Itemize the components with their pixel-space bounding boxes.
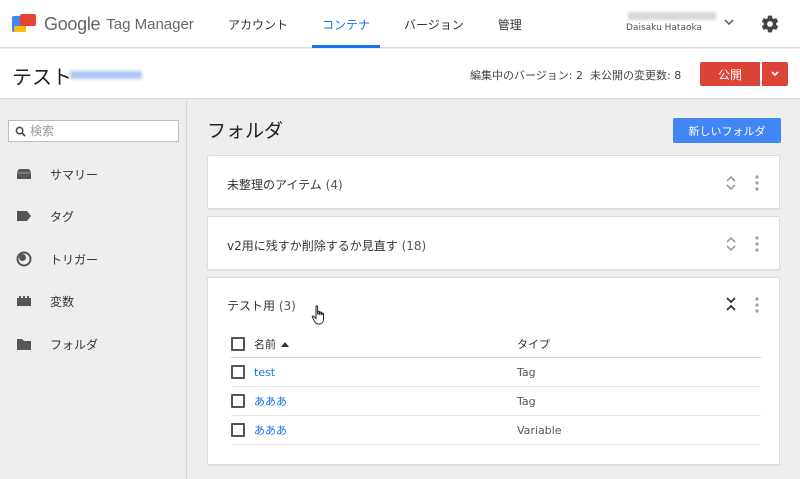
folder-name: v2用に残すか削除するか見直す xyxy=(227,239,398,253)
item-name-link[interactable]: test xyxy=(254,366,275,379)
row-checkbox[interactable] xyxy=(231,365,245,379)
tab-container[interactable]: コンテナ xyxy=(312,0,381,48)
tab-versions[interactable]: バージョン xyxy=(394,0,474,48)
search-input[interactable] xyxy=(30,124,170,138)
tab-account[interactable]: アカウント xyxy=(218,0,298,48)
publish-button[interactable]: 公開 xyxy=(700,62,760,86)
table-row: あああ Variable xyxy=(231,416,761,445)
folder-title[interactable]: v2用に残すか削除するか見直す (18) xyxy=(227,237,426,254)
more-vert-icon[interactable] xyxy=(754,297,760,313)
container-id-redacted xyxy=(70,71,142,79)
row-checkbox[interactable] xyxy=(231,394,245,408)
folder-icon xyxy=(16,336,32,352)
sidebar-item-label: フォルダ xyxy=(50,337,99,352)
sidebar-item-tags[interactable]: タグ xyxy=(0,196,186,236)
top-navigation-bar: Google Tag Manager アカウント コンテナ バージョン 管理 D… xyxy=(0,0,800,48)
search-icon xyxy=(15,126,26,137)
tab-admin[interactable]: 管理 xyxy=(488,0,532,48)
sidebar-item-label: タグ xyxy=(50,209,75,224)
expand-icon[interactable] xyxy=(724,235,738,253)
container-header: テスト 編集中のバージョン: 2 未公開の変更数: 8 公開 xyxy=(0,49,800,99)
gtm-logo-icon xyxy=(12,14,36,34)
table-header-row: 名前 タイプ xyxy=(231,330,761,358)
folder-items-table: 名前 タイプ test Tag あああ Tag あああ Variable xyxy=(231,330,761,445)
item-type: Tag xyxy=(517,365,536,379)
new-folder-button[interactable]: 新しいフォルダ xyxy=(673,118,781,143)
logo-product-text: Tag Manager xyxy=(106,15,194,33)
more-vert-icon[interactable] xyxy=(754,175,760,191)
tag-icon xyxy=(16,208,32,224)
table-row: あああ Tag xyxy=(231,387,761,416)
editing-version: 編集中のバージョン: 2 xyxy=(470,69,583,82)
folder-name: 未整理のアイテム xyxy=(227,178,322,192)
trigger-icon xyxy=(16,251,32,267)
sidebar: サマリー タグ トリガー 変数 フォルダ xyxy=(0,100,187,479)
sidebar-item-label: 変数 xyxy=(50,294,75,309)
publish-options-button[interactable] xyxy=(762,62,788,86)
row-checkbox[interactable] xyxy=(231,423,245,437)
sort-ascending-icon xyxy=(281,341,289,347)
item-name-link[interactable]: あああ xyxy=(254,422,287,438)
sidebar-item-folders[interactable]: フォルダ xyxy=(0,324,186,364)
expand-icon[interactable] xyxy=(724,174,738,192)
folder-name: テスト用 xyxy=(227,299,276,313)
item-name-link[interactable]: あああ xyxy=(254,393,287,409)
folder-card-expanded: テスト用 (3) 名前 タイプ test Tag あああ Tag あああ Var… xyxy=(207,277,780,465)
item-type: Tag xyxy=(517,394,536,408)
variable-icon xyxy=(16,293,32,309)
more-vert-icon[interactable] xyxy=(754,236,760,252)
logo-google-text: Google xyxy=(44,13,101,34)
column-header-name[interactable]: 名前 xyxy=(254,336,289,352)
main-nav: アカウント コンテナ バージョン 管理 xyxy=(218,0,546,48)
account-switcher[interactable]: Daisaku Hataoka xyxy=(626,10,726,38)
folder-count: (4) xyxy=(325,178,343,192)
account-name: Daisaku Hataoka xyxy=(626,23,703,33)
folder-count: (3) xyxy=(278,299,296,313)
gear-icon[interactable] xyxy=(760,14,780,34)
container-name: テスト xyxy=(12,65,72,89)
table-row: test Tag xyxy=(231,358,761,387)
hand-cursor-icon xyxy=(311,305,324,325)
gtm-logo[interactable]: Google Tag Manager xyxy=(12,12,194,36)
search-box[interactable] xyxy=(8,120,179,142)
sidebar-item-triggers[interactable]: トリガー xyxy=(0,239,186,279)
folder-title[interactable]: テスト用 (3) xyxy=(227,297,296,314)
sidebar-item-label: トリガー xyxy=(50,252,99,267)
summary-icon xyxy=(16,166,32,182)
column-header-type[interactable]: タイプ xyxy=(517,336,550,352)
folder-title[interactable]: 未整理のアイテム (4) xyxy=(227,176,343,193)
sidebar-item-variables[interactable]: 変数 xyxy=(0,281,186,321)
chevron-down-icon xyxy=(771,71,779,77)
folder-card[interactable]: v2用に残すか削除するか見直す (18) xyxy=(207,216,780,270)
folder-card[interactable]: 未整理のアイテム (4) xyxy=(207,155,780,209)
page-title: フォルダ xyxy=(207,120,284,142)
chevron-down-icon[interactable] xyxy=(722,15,736,29)
collapse-icon[interactable] xyxy=(724,295,738,313)
sidebar-item-label: サマリー xyxy=(50,167,99,182)
item-type: Variable xyxy=(517,423,562,437)
select-all-checkbox[interactable] xyxy=(231,336,245,351)
sidebar-item-summary[interactable]: サマリー xyxy=(0,154,186,194)
unpublished-changes: 未公開の変更数: 8 xyxy=(590,69,682,82)
folder-count: (18) xyxy=(401,239,427,253)
account-email-redacted xyxy=(628,12,716,20)
